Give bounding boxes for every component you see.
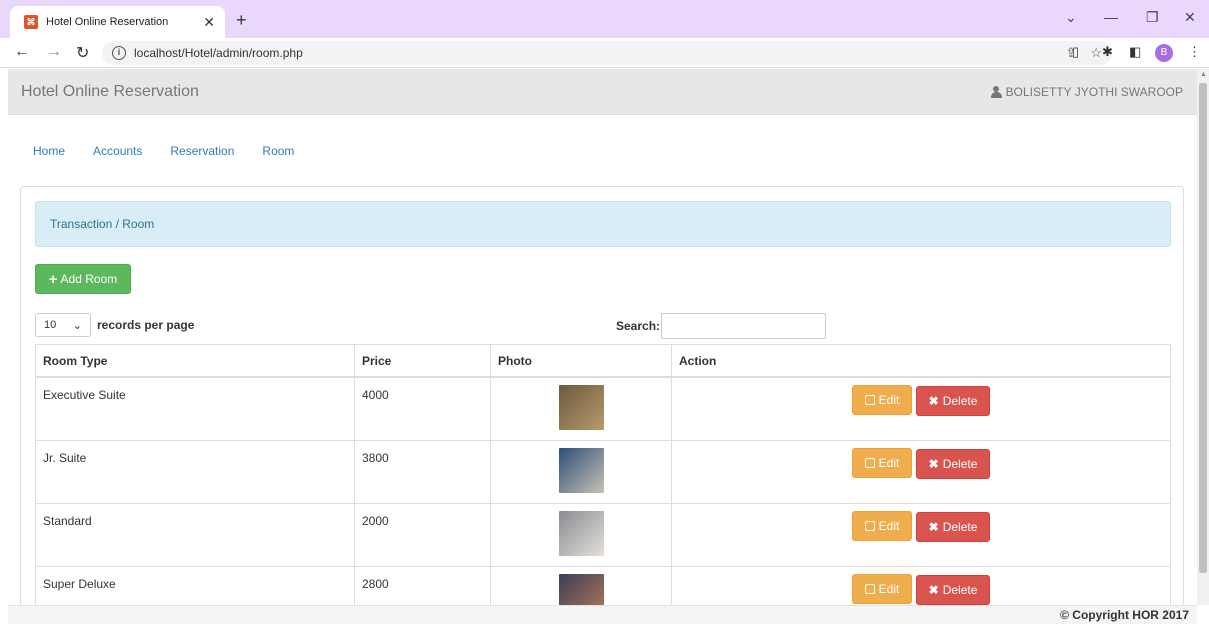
chevron-down-icon: ⌄ <box>72 320 82 332</box>
room-photo <box>558 574 604 605</box>
main-menu: Home Accounts Reservation Room <box>33 144 322 158</box>
copyright-text: © Copyright HOR 2017 <box>1060 608 1189 622</box>
close-window-icon[interactable]: ✕ <box>1184 9 1196 26</box>
back-icon[interactable]: ← <box>14 43 30 61</box>
delete-label: Delete <box>942 520 978 534</box>
edit-icon <box>864 584 875 594</box>
browser-tab[interactable]: ⌘ Hotel Online Reservation ✕ <box>10 6 225 38</box>
table-row: Jr. Suite 3800 Edit ✖ Delete <box>35 440 1171 504</box>
plus-icon: + <box>48 270 58 288</box>
price-cell: 4000 <box>354 376 491 441</box>
column-header-room-type[interactable]: Room Type <box>35 344 355 378</box>
room-type-cell: Executive Suite <box>35 376 355 441</box>
edit-button[interactable]: Edit <box>852 511 912 541</box>
top-navbar: Hotel Online Reservation BOLISETTY JYOTH… <box>8 69 1197 115</box>
edit-label: Edit <box>878 393 900 407</box>
room-photo <box>558 448 604 493</box>
table-row: Super Deluxe 2800 Edit ✖ Delete <box>35 566 1171 605</box>
scroll-up-icon[interactable]: ▲ <box>1200 71 1207 78</box>
table-search: Search: <box>616 313 827 339</box>
edit-label: Edit <box>878 519 900 533</box>
column-header-action[interactable]: Action <box>671 344 1171 378</box>
profile-avatar[interactable]: B <box>1155 44 1173 62</box>
edit-button[interactable]: Edit <box>852 448 912 478</box>
edit-icon <box>864 395 875 405</box>
breadcrumb: Transaction / Room <box>35 201 1171 247</box>
room-photo <box>558 511 604 556</box>
menu-home[interactable]: Home <box>33 144 65 158</box>
page-length-value: 10 <box>44 319 57 331</box>
site-info-icon[interactable]: i <box>112 46 126 60</box>
bookmark-star-icon[interactable]: ☆ <box>1090 45 1102 61</box>
search-input[interactable] <box>661 313 827 339</box>
url-box[interactable]: i localhost/Hotel/admin/room.php ⇪ ☆ <box>102 41 1112 65</box>
table-row: Executive Suite 4000 Edit ✖ Delete <box>35 376 1171 441</box>
price-cell: 2000 <box>354 503 491 567</box>
reload-icon[interactable]: ↻ <box>76 43 89 63</box>
add-room-label: Add Room <box>60 272 118 286</box>
brand-title[interactable]: Hotel Online Reservation <box>21 83 199 101</box>
delete-icon: ✖ <box>928 520 939 534</box>
browser-tab-bar: ⌘ Hotel Online Reservation ✕ + ⌄ — ❐ ✕ <box>0 0 1209 38</box>
minimize-icon[interactable]: — <box>1104 9 1118 25</box>
records-per-page: 10 ⌄ records per page <box>35 313 194 337</box>
puzzle-icon[interactable]: ✱ <box>1102 44 1113 60</box>
edit-label: Edit <box>878 456 900 470</box>
delete-label: Delete <box>942 457 978 471</box>
price-cell: 3800 <box>354 440 491 504</box>
edit-icon <box>864 458 875 468</box>
room-type-cell: Standard <box>35 503 355 567</box>
edit-button[interactable]: Edit <box>852 574 912 604</box>
table-header-row: Room Type Price Photo Action <box>35 344 1171 378</box>
tab-search-icon[interactable]: ⌄ <box>1065 9 1077 26</box>
table-row: Standard 2000 Edit ✖ Delete <box>35 503 1171 567</box>
page-footer: © Copyright HOR 2017 <box>8 605 1197 624</box>
page-scrollbar[interactable]: ▲ <box>1197 69 1209 605</box>
price-cell: 2800 <box>354 566 491 605</box>
search-label: Search: <box>616 319 661 333</box>
delete-label: Delete <box>942 394 978 408</box>
page-length-select[interactable]: 10 ⌄ <box>35 313 91 337</box>
user-icon <box>990 86 1002 98</box>
edit-button[interactable]: Edit <box>852 385 912 415</box>
page-viewport: Hotel Online Reservation BOLISETTY JYOTH… <box>8 69 1197 605</box>
room-type-cell: Jr. Suite <box>35 440 355 504</box>
delete-button[interactable]: ✖ Delete <box>916 449 990 479</box>
room-photo <box>558 385 604 430</box>
delete-icon: ✖ <box>928 457 939 471</box>
sidepanel-icon[interactable]: ◧ <box>1129 44 1141 60</box>
user-name: BOLISETTY JYOTHI SWAROOP <box>1005 85 1183 99</box>
column-header-price[interactable]: Price <box>354 344 491 378</box>
new-tab-icon[interactable]: + <box>236 10 247 31</box>
delete-label: Delete <box>942 583 978 597</box>
tab-title: Hotel Online Reservation <box>46 16 169 28</box>
delete-icon: ✖ <box>928 583 939 597</box>
content-panel: Transaction / Room + Add Room 10 ⌄ recor… <box>20 186 1184 605</box>
url-text[interactable]: localhost/Hotel/admin/room.php <box>134 46 1051 60</box>
menu-room[interactable]: Room <box>262 144 294 158</box>
restore-icon[interactable]: ❐ <box>1146 9 1159 26</box>
address-bar: ← → ↻ i localhost/Hotel/admin/room.php ⇪… <box>0 38 1209 68</box>
delete-icon: ✖ <box>928 394 939 408</box>
delete-button[interactable]: ✖ Delete <box>916 512 990 542</box>
delete-button[interactable]: ✖ Delete <box>916 575 990 605</box>
forward-icon[interactable]: → <box>46 43 62 61</box>
delete-button[interactable]: ✖ Delete <box>916 386 990 416</box>
scrollbar-thumb[interactable] <box>1199 83 1207 573</box>
menu-reservation[interactable]: Reservation <box>170 144 234 158</box>
menu-kebab-icon[interactable]: ⋮ <box>1188 44 1201 60</box>
room-type-cell: Super Deluxe <box>35 566 355 605</box>
column-header-photo[interactable]: Photo <box>490 344 672 378</box>
add-room-button[interactable]: + Add Room <box>35 264 131 294</box>
rooms-table: Room Type Price Photo Action Executive S… <box>35 344 1171 605</box>
edit-label: Edit <box>878 582 900 596</box>
favicon-icon: ⌘ <box>24 15 38 29</box>
user-menu[interactable]: BOLISETTY JYOTHI SWAROOP <box>990 85 1183 99</box>
menu-accounts[interactable]: Accounts <box>93 144 142 158</box>
tab-close-icon[interactable]: ✕ <box>203 14 215 31</box>
edit-icon <box>864 521 875 531</box>
page-length-label: records per page <box>97 318 195 332</box>
extension-icon[interactable]: ▯ <box>1072 44 1079 60</box>
